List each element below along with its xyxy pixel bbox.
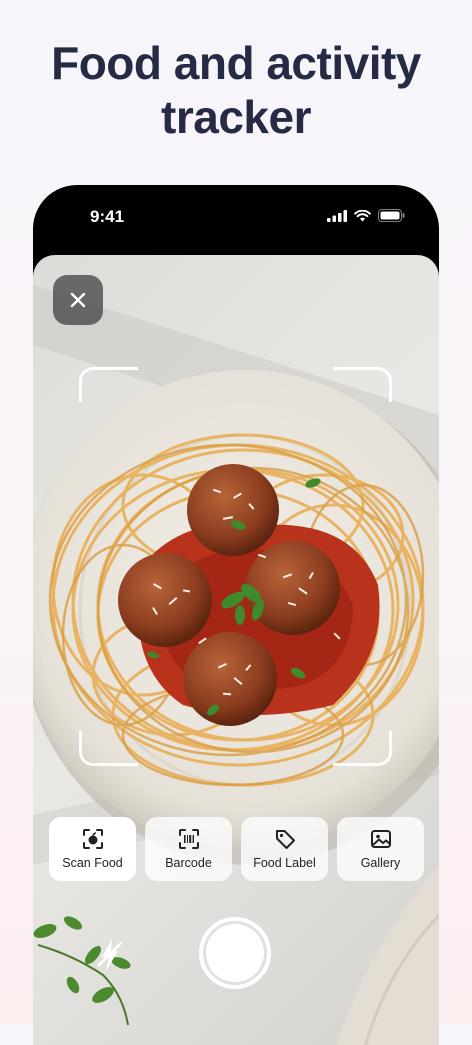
scan-frame-corner-top-right [333, 367, 392, 402]
shutter-button[interactable] [199, 917, 271, 989]
barcode-icon [178, 828, 200, 850]
headline: Food and activity tracker [51, 37, 421, 143]
camera-viewfinder: Scan Food Barcode Food Label Gallery [33, 255, 439, 1045]
battery-icon [378, 209, 405, 222]
scan-food-label: Scan Food [62, 856, 123, 870]
wifi-icon [354, 209, 371, 221]
phone-frame: 9:41 Scan Food Barcode Food Label Galler… [33, 185, 439, 1045]
food-label-label: Food Label [253, 856, 316, 870]
close-button[interactable] [53, 275, 103, 325]
signal-icon [327, 209, 347, 222]
gallery-label: Gallery [360, 856, 401, 870]
shutter-inner [206, 924, 264, 982]
barcode-label: Barcode [165, 856, 212, 870]
gallery-icon [370, 828, 392, 850]
close-icon [70, 292, 86, 308]
scan-food-icon [82, 828, 104, 850]
scan-food-button[interactable]: Scan Food [49, 817, 136, 881]
status-bar: 9:41 [33, 185, 439, 245]
barcode-button[interactable]: Barcode [145, 817, 232, 881]
tag-icon [274, 828, 296, 850]
status-time: 9:41 [90, 207, 125, 226]
flash-off-icon [97, 939, 123, 971]
food-label-button[interactable]: Food Label [241, 817, 328, 881]
scan-frame-corner-top-left [79, 367, 138, 402]
scan-mode-tiles: Scan Food Barcode Food Label Gallery [49, 817, 424, 881]
gallery-button[interactable]: Gallery [337, 817, 424, 881]
scan-frame-corner-bottom-left [79, 731, 138, 766]
scan-frame-corner-bottom-right [333, 731, 392, 766]
flash-toggle-button[interactable] [95, 935, 125, 975]
